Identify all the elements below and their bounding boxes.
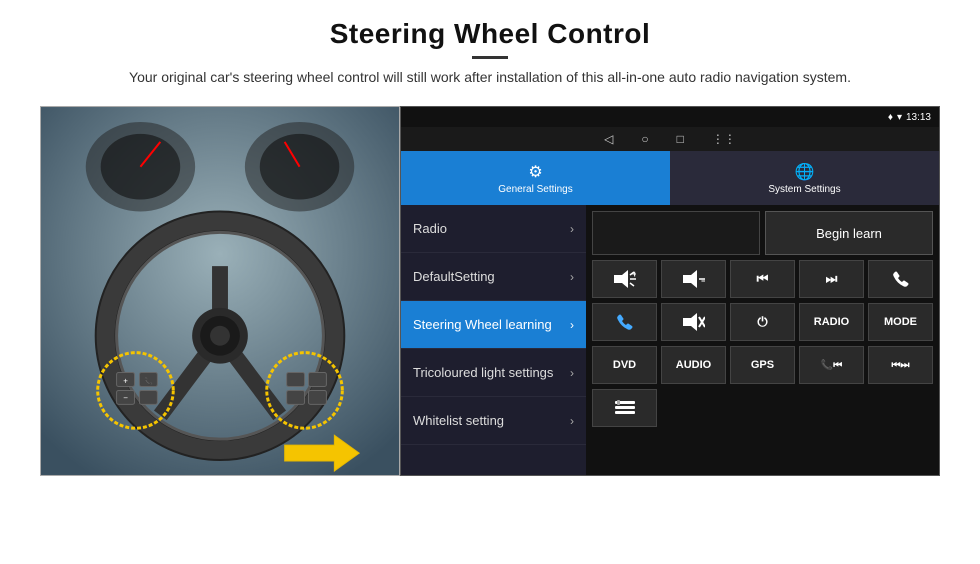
status-bar: ♦ ▾ 13:13 xyxy=(401,107,939,127)
general-settings-icon: ⚙ xyxy=(528,162,542,182)
mode-button[interactable]: MODE xyxy=(868,303,933,341)
mute-button[interactable] xyxy=(661,303,726,341)
menu-item-steering-chevron: › xyxy=(570,318,574,332)
empty-display-box xyxy=(592,211,760,255)
menu-item-whitelist-chevron: › xyxy=(570,414,574,428)
prev-track-button[interactable]: ⏮ xyxy=(730,260,795,298)
dvd-button[interactable]: DVD xyxy=(592,346,657,384)
menu-item-steering-label: Steering Wheel learning xyxy=(413,317,570,332)
svg-text:+: + xyxy=(632,270,636,279)
content-area: + − 📞 xyxy=(40,106,940,476)
controls-row-2: ⏻ RADIO MODE xyxy=(592,303,933,341)
location-icon: ♦ xyxy=(888,112,893,123)
android-screen: ♦ ▾ 13:13 ◁ ○ □ ⋮⋮ ⚙ General Settings xyxy=(400,106,940,476)
menu-item-default-setting[interactable]: DefaultSetting › xyxy=(401,253,586,301)
time-display: 13:13 xyxy=(906,112,931,123)
menu-item-default-chevron: › xyxy=(570,270,574,284)
controls-panel: Begin learn + − ⏮ ⏭ xyxy=(586,205,939,475)
menu-item-radio[interactable]: Radio › xyxy=(401,205,586,253)
audio-button[interactable]: AUDIO xyxy=(661,346,726,384)
menu-item-steering-wheel[interactable]: Steering Wheel learning › xyxy=(401,301,586,349)
system-settings-icon: 🌐 xyxy=(795,162,815,182)
multi-button[interactable]: ⏮⏭ xyxy=(868,346,933,384)
menu-item-tricoloured[interactable]: Tricoloured light settings › xyxy=(401,349,586,397)
tab-bar: ⚙ General Settings 🌐 System Settings xyxy=(401,151,939,205)
menu-nav-icon[interactable]: ⋮⋮ xyxy=(712,132,736,146)
vol-down-button[interactable]: − xyxy=(661,260,726,298)
nav-bar: ◁ ○ □ ⋮⋮ xyxy=(401,127,939,151)
status-icons: ♦ ▾ 13:13 xyxy=(888,112,931,123)
answer-button[interactable] xyxy=(592,303,657,341)
svg-text:−: − xyxy=(701,276,705,286)
menu-item-radio-chevron: › xyxy=(570,222,574,236)
menu-item-default-label: DefaultSetting xyxy=(413,269,570,284)
tab-system-settings[interactable]: 🌐 System Settings xyxy=(670,151,939,205)
svg-text:📞: 📞 xyxy=(144,376,153,385)
recent-nav-icon[interactable]: □ xyxy=(677,132,684,146)
general-settings-label: General Settings xyxy=(498,184,573,195)
menu-item-radio-label: Radio xyxy=(413,221,570,236)
tab-general-settings[interactable]: ⚙ General Settings xyxy=(401,151,670,205)
back-nav-icon[interactable]: ◁ xyxy=(604,132,613,146)
steering-wheel-image: + − 📞 xyxy=(40,106,400,476)
main-panel: Radio › DefaultSetting › Steering Wheel … xyxy=(401,205,939,475)
call-button[interactable] xyxy=(868,260,933,298)
title-section: Steering Wheel Control Your original car… xyxy=(40,18,940,88)
menu-item-whitelist[interactable]: Whitelist setting › xyxy=(401,397,586,445)
vol-up-button[interactable]: + xyxy=(592,260,657,298)
controls-row-4 xyxy=(592,389,933,427)
begin-learn-button[interactable]: Begin learn xyxy=(765,211,933,255)
controls-row-1: + − ⏮ ⏭ xyxy=(592,260,933,298)
system-settings-label: System Settings xyxy=(768,184,840,195)
menu-item-tricoloured-label: Tricoloured light settings xyxy=(413,365,570,380)
gps-button[interactable]: GPS xyxy=(730,346,795,384)
tel-prev-button[interactable]: 📞⏮ xyxy=(799,346,864,384)
page-container: Steering Wheel Control Your original car… xyxy=(0,0,980,564)
menu-list: Radio › DefaultSetting › Steering Wheel … xyxy=(401,205,586,475)
home-nav-icon[interactable]: ○ xyxy=(641,132,648,146)
list-button[interactable] xyxy=(592,389,657,427)
controls-top-row: Begin learn xyxy=(592,211,933,255)
page-title: Steering Wheel Control xyxy=(40,18,940,50)
radio-button[interactable]: RADIO xyxy=(799,303,864,341)
power-button[interactable]: ⏻ xyxy=(730,303,795,341)
menu-item-tricoloured-chevron: › xyxy=(570,366,574,380)
wifi-icon: ▾ xyxy=(897,112,902,123)
subtitle: Your original car's steering wheel contr… xyxy=(40,67,940,88)
svg-text:−: − xyxy=(123,393,128,402)
svg-text:+: + xyxy=(123,376,128,385)
next-track-button[interactable]: ⏭ xyxy=(799,260,864,298)
title-divider xyxy=(472,56,508,59)
menu-item-whitelist-label: Whitelist setting xyxy=(413,413,570,428)
controls-row-3: DVD AUDIO GPS 📞⏮ ⏮⏭ xyxy=(592,346,933,384)
